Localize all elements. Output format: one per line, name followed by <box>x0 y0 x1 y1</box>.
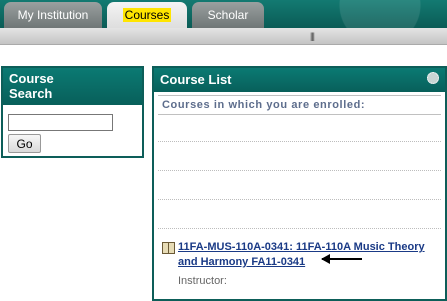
tab-scholar[interactable]: Scholar <box>192 2 264 28</box>
grip-icon[interactable]: ||| <box>310 31 315 41</box>
course-search-input[interactable] <box>8 114 113 131</box>
course-link-line2[interactable]: and Harmony FA11-0341 <box>178 255 446 270</box>
course-search-title-line1: Course <box>9 71 54 86</box>
course-search-module: Course Search Go <box>1 66 144 158</box>
book-icon <box>162 242 175 254</box>
divider <box>158 95 441 96</box>
divider <box>158 228 441 229</box>
tab-courses[interactable]: Courses <box>107 2 187 30</box>
course-link[interactable]: 11FA-MUS-110A-0341: 11FA-110A Music Theo… <box>178 240 446 270</box>
course-search-title-line2: Search <box>9 86 53 101</box>
course-list-header: Course List <box>154 68 445 92</box>
top-navigation-bar: My Institution Courses Scholar <box>0 0 447 30</box>
divider <box>158 114 441 115</box>
instructor-label: Instructor: <box>178 275 227 287</box>
go-button[interactable]: Go <box>8 134 41 153</box>
tab-my-institution[interactable]: My Institution <box>4 2 102 28</box>
divider <box>158 170 441 171</box>
gear-icon[interactable] <box>427 72 439 84</box>
course-search-header: Course Search <box>3 68 142 105</box>
tab-my-institution-label: My Institution <box>17 8 89 22</box>
course-list-title: Course List <box>160 72 232 87</box>
arrow-left-icon <box>321 254 362 264</box>
divider <box>158 199 441 200</box>
enrolled-label: Courses in which you are enrolled: <box>162 99 366 111</box>
course-link-line1[interactable]: 11FA-MUS-110A-0341: 11FA-110A Music Theo… <box>178 240 446 255</box>
tab-scholar-label: Scholar <box>207 8 249 22</box>
course-list-module: Course List Courses in which you are enr… <box>152 66 447 301</box>
divider <box>158 141 441 142</box>
collapse-bar[interactable]: ||| <box>0 28 447 45</box>
tab-courses-label: Courses <box>122 8 172 22</box>
